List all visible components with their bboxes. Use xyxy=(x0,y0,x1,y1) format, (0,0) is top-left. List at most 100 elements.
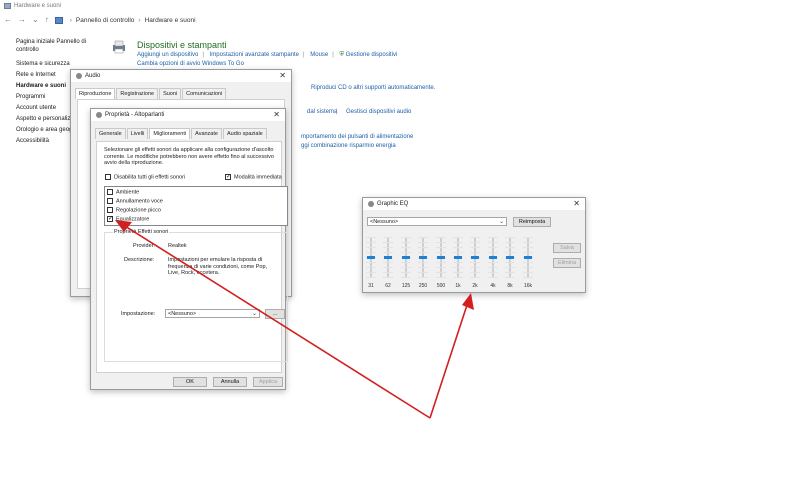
effect-checkbox[interactable] xyxy=(107,198,113,204)
effects-list[interactable]: Ambiente Annullamento voce Regolazione p… xyxy=(104,186,288,226)
screen: Hardware e suoni ← → ⌄ ↑ › Pannello di c… xyxy=(0,0,800,486)
eq-band-slider[interactable] xyxy=(453,237,463,284)
eq-band-label: 4k xyxy=(490,283,496,289)
eq-band-slider[interactable] xyxy=(383,237,393,284)
tab-communications[interactable]: Comunicazioni xyxy=(182,88,227,99)
eq-delete-button[interactable]: Elimina xyxy=(553,258,581,268)
effect-checkbox[interactable] xyxy=(107,189,113,195)
eq-slider-tick xyxy=(383,262,393,263)
effect-checkbox[interactable] xyxy=(107,215,113,222)
breadcrumb-hardware-sound[interactable]: Hardware e suoni xyxy=(145,17,196,24)
close-icon[interactable]: ✕ xyxy=(273,110,280,119)
close-icon[interactable]: ✕ xyxy=(279,71,286,80)
eq-save-button[interactable]: Salva xyxy=(553,243,581,253)
eq-slider-tick xyxy=(383,252,393,253)
eq-slider-tick xyxy=(505,272,515,273)
eq-slider-thumb[interactable] xyxy=(384,256,392,259)
eq-band-label: 31 xyxy=(368,283,374,289)
windows-to-go-link[interactable]: Cambia opzioni di avvio Windows To Go xyxy=(137,61,244,67)
eq-band-label: 125 xyxy=(401,283,411,289)
disable-effects-checkbox[interactable] xyxy=(105,174,111,180)
eq-band-slider[interactable] xyxy=(488,237,498,284)
power-buttons-link[interactable]: mportamento dei pulsanti di alimentazion… xyxy=(301,134,413,140)
tab-spatial-audio[interactable]: Audio spaziale xyxy=(222,128,267,139)
eq-slider-tick xyxy=(488,237,498,238)
manage-audio-devices-link[interactable]: Gestisci dispositivi audio xyxy=(346,109,411,115)
effect-item-equalizer[interactable]: Equalizzatore xyxy=(107,215,149,222)
sidebar-item-system-security[interactable]: Sistema e sicurezza xyxy=(16,60,96,68)
eq-band-slider[interactable] xyxy=(523,237,533,284)
eq-slider-thumb[interactable] xyxy=(489,256,497,259)
tab-enhancements[interactable]: Miglioramenti xyxy=(149,128,191,139)
tab-advanced[interactable]: Avanzate xyxy=(191,128,222,139)
eq-band-slider[interactable] xyxy=(401,237,411,284)
eq-titlebar: Graphic EQ ✕ xyxy=(363,198,585,210)
printer-settings-link[interactable]: Impostazioni avanzate stampante xyxy=(210,52,299,58)
properties-titlebar: Proprietà - Altoparlanti ✕ xyxy=(91,109,285,121)
device-manager-link[interactable]: Gestione dispositivi xyxy=(346,52,398,58)
disable-effects-row[interactable]: Disabilita tutti gli effetti sonori xyxy=(105,174,185,180)
eq-slider-tick xyxy=(436,237,446,238)
power-plan-link[interactable]: ggi combinazione risparmio energia xyxy=(301,143,396,149)
eq-slider-tick xyxy=(366,262,376,263)
eq-slider-thumb[interactable] xyxy=(506,256,514,259)
effect-item-peak[interactable]: Regolazione picco xyxy=(107,207,161,213)
back-arrow-icon[interactable]: ← xyxy=(4,16,12,24)
disable-effects-label: Disabilita tutti gli effetti sonori xyxy=(114,174,186,181)
eq-band-slider[interactable] xyxy=(366,237,376,284)
eq-band-slider[interactable] xyxy=(470,237,480,284)
eq-slider-tick xyxy=(488,247,498,248)
add-device-link[interactable]: Aggiungi un dispositivo xyxy=(137,52,198,58)
eq-slider-thumb[interactable] xyxy=(454,256,462,259)
devices-printers-title[interactable]: Dispositivi e stampanti xyxy=(137,40,227,50)
apply-button[interactable]: Applica xyxy=(253,377,283,387)
chevron-down-icon[interactable]: ⌄ xyxy=(32,16,39,24)
breadcrumb-control-panel[interactable]: Pannello di controllo xyxy=(76,17,135,24)
eq-band-slider[interactable] xyxy=(418,237,428,284)
eq-slider-tick xyxy=(418,277,428,278)
eq-slider-thumb[interactable] xyxy=(437,256,445,259)
up-arrow-icon[interactable]: ↑ xyxy=(45,16,49,24)
tab-levels[interactable]: Livelli xyxy=(126,128,149,139)
tab-sounds[interactable]: Suoni xyxy=(159,88,182,99)
eq-slider-thumb[interactable] xyxy=(471,256,479,259)
close-icon[interactable]: ✕ xyxy=(573,199,580,208)
system-sounds-link[interactable]: dal sistema xyxy=(307,109,337,115)
eq-preset-dropdown[interactable]: <Nessuno> ⌄ xyxy=(367,217,507,226)
eq-slider-thumb[interactable] xyxy=(402,256,410,259)
immediate-mode-row[interactable]: Modalità immediata xyxy=(225,173,282,180)
eq-reset-button[interactable]: Reimposta xyxy=(513,217,551,227)
eq-slider-tick xyxy=(401,272,411,273)
eq-band-slider[interactable] xyxy=(436,237,446,284)
cancel-button[interactable]: Annulla xyxy=(213,377,247,387)
eq-slider-tick xyxy=(418,262,428,263)
speaker-icon xyxy=(96,112,102,118)
eq-slider-thumb[interactable] xyxy=(524,256,532,259)
eq-band-slider[interactable] xyxy=(505,237,515,284)
eq-slider-tick xyxy=(523,252,533,253)
ok-button[interactable]: OK xyxy=(173,377,207,387)
eq-slider-tick xyxy=(453,267,463,268)
more-settings-button[interactable]: ... xyxy=(265,309,285,319)
tab-playback[interactable]: Riproduzione xyxy=(75,88,116,99)
forward-arrow-icon[interactable]: → xyxy=(18,16,26,24)
eq-slider-thumb[interactable] xyxy=(367,256,375,259)
description-value: Impostazioni per emulare la risposta di … xyxy=(168,257,268,276)
effect-item-ambient[interactable]: Ambiente xyxy=(107,189,139,195)
eq-slider-thumb[interactable] xyxy=(419,256,427,259)
annotation-arrowhead xyxy=(462,293,474,310)
immediate-mode-checkbox[interactable] xyxy=(225,173,231,180)
tab-general[interactable]: Generale xyxy=(95,128,126,139)
tab-recording[interactable]: Registrazione xyxy=(116,88,159,99)
eq-preset-value: <Nessuno> xyxy=(370,218,399,225)
mouse-link[interactable]: Mouse xyxy=(310,52,328,58)
eq-slider-tick xyxy=(523,277,533,278)
eq-slider-tick xyxy=(470,242,480,243)
setting-dropdown[interactable]: <Nessuno> ⌄ xyxy=(165,309,260,318)
effect-item-voice-cancel[interactable]: Annullamento voce xyxy=(107,198,163,204)
sidebar-item-home[interactable]: Pagina iniziale Pannello di controllo xyxy=(16,38,96,54)
effect-checkbox[interactable] xyxy=(107,207,113,213)
autoplay-link[interactable]: Riproduci CD o altri supporti automatica… xyxy=(311,85,435,91)
setting-value: <Nessuno> xyxy=(168,310,197,317)
description-label: Descrizione: xyxy=(124,257,155,263)
